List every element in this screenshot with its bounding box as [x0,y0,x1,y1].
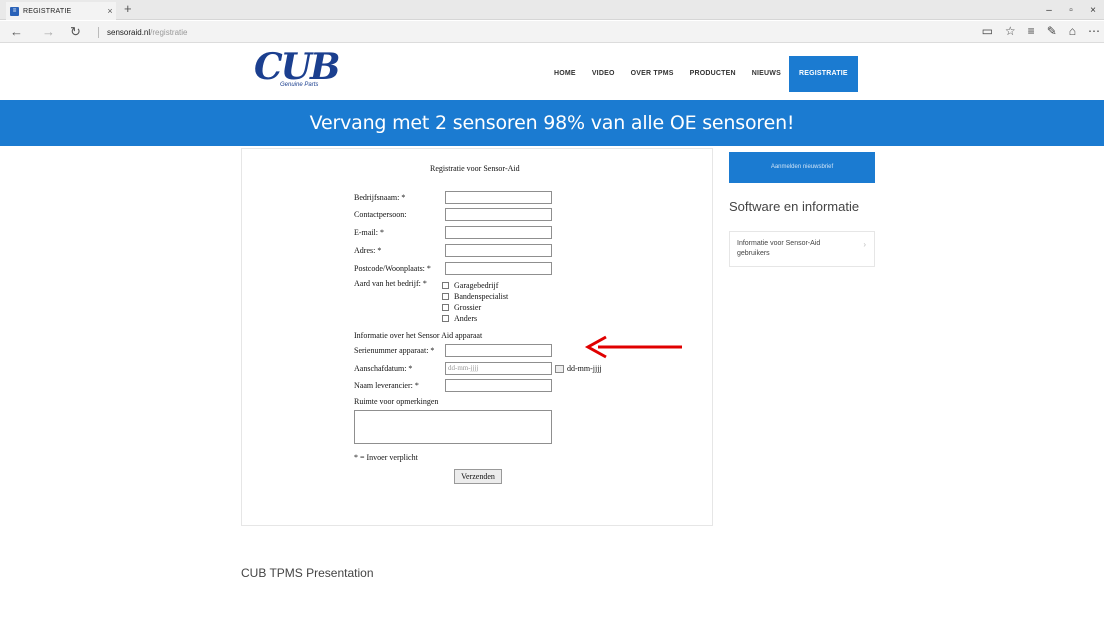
browser-tab[interactable]: ≡ REGISTRATIE × [6,2,116,20]
supplier-row: Naam leverancier: * [354,379,552,392]
purchase-date-label: Aanschafdatum: * [354,364,413,373]
reading-view-icon[interactable]: ▭ [982,24,993,38]
nav-home[interactable]: HOME [546,56,584,92]
web-note-icon[interactable]: ✎ [1047,24,1057,38]
form-title: Registratie voor Sensor-Aid [430,164,520,173]
option-label: Anders [454,314,478,323]
supplier-label: Naam leverancier: * [354,381,419,390]
option-grossier[interactable]: Grossier [442,302,508,313]
business-type-row: Aard van het bedrijf: * [354,279,445,288]
option-label: Grossier [454,303,482,312]
cub-logo[interactable]: CUB Genuine Parts [254,46,340,92]
url-path: /registratie [150,28,188,37]
business-type-label: Aard van het bedrijf: * [354,279,427,288]
browser-toolbar: ▭ ☆ ≡ ✎ ⌂ ⋯ [982,24,1100,38]
company-input[interactable] [445,191,552,204]
promo-banner: Vervang met 2 sensoren 98% van alle OE s… [0,100,1104,146]
checkbox[interactable] [442,293,449,300]
logo-tagline: Genuine Parts [280,82,319,88]
url-host: sensoraid.nl [107,28,151,37]
main-nav: HOME VIDEO OVER TPMS PRODUCTEN NIEUWS RE… [546,56,858,92]
site-favicon-icon: ≡ [10,6,19,16]
favorite-star-icon[interactable]: ☆ [1005,24,1016,38]
nav-video[interactable]: VIDEO [584,56,623,92]
submit-button[interactable]: Verzenden [454,469,502,484]
serial-input[interactable] [445,344,552,357]
presentation-heading: CUB TPMS Presentation [241,566,374,580]
checkbox[interactable] [442,315,449,322]
browser-tab-bar: ≡ REGISTRATIE × + – ▫ × [0,0,1104,20]
site-header: CUB Genuine Parts HOME VIDEO OVER TPMS P… [0,44,1104,100]
share-icon[interactable]: ⌂ [1069,24,1076,38]
remarks-label: Ruimte voor opmerkingen [354,397,439,406]
checkbox[interactable] [442,304,449,311]
window-controls: – ▫ × [1038,0,1104,20]
calendar-icon[interactable] [555,364,564,373]
chevron-right-icon: › [863,240,866,249]
serial-row: Serienummer apparaat: * [354,344,552,357]
supplier-input[interactable] [445,379,552,392]
nav-nieuws[interactable]: NIEUWS [744,56,789,92]
required-note: * = Invoer verplicht [354,453,418,462]
forward-arrow-icon[interactable]: → [42,24,55,39]
banner-text: Vervang met 2 sensoren 98% van alle OE s… [309,112,795,134]
address-input[interactable] [445,244,552,257]
nav-over-tpms[interactable]: OVER TPMS [623,56,682,92]
minimize-icon[interactable]: – [1038,0,1060,20]
business-type-options: Garagebedrijf Bandenspecialist Grossier … [442,280,508,324]
date-format-hint: dd-mm-jjjj [567,364,602,373]
close-tab-icon[interactable]: × [104,6,116,16]
red-arrow-annotation [584,335,682,359]
remarks-textarea[interactable] [354,410,552,444]
contact-input[interactable] [445,208,552,221]
back-arrow-icon[interactable]: ← [10,24,23,39]
address-row: Adres: * [354,244,552,257]
email-label: E-mail: * [354,228,384,237]
hub-icon[interactable]: ≡ [1028,24,1035,38]
option-anders[interactable]: Anders [442,313,508,324]
newsletter-button[interactable]: Aanmelden nieuwsbrief [729,152,875,183]
maximize-icon[interactable]: ▫ [1060,0,1082,20]
sensor-aid-info-link[interactable]: Informatie voor Sensor-Aid gebruikers › [729,231,875,267]
info-card-text: Informatie voor Sensor-Aid gebruikers [737,240,821,257]
email-row: E-mail: * [354,226,552,239]
purchase-date-input[interactable]: dd-mm-jjjj [445,362,552,375]
postcode-label: Postcode/Woonplaats: * [354,264,431,273]
refresh-icon[interactable]: ↻ [70,24,81,40]
option-garagebedrijf[interactable]: Garagebedrijf [442,280,508,291]
contact-row: Contactpersoon: [354,208,552,221]
postcode-row: Postcode/Woonplaats: * [354,262,552,275]
company-label: Bedrijfsnaam: * [354,193,406,202]
nav-registratie[interactable]: REGISTRATIE [788,56,858,92]
url-field[interactable]: sensoraid.nl/registratie [98,27,188,38]
address-label: Adres: * [354,246,382,255]
postcode-input[interactable] [445,262,552,275]
contact-label: Contactpersoon: [354,210,407,219]
more-icon[interactable]: ⋯ [1088,24,1100,38]
logo-wordmark: CUB [254,46,340,88]
device-section-label: Informatie over het Sensor Aid apparaat [354,331,483,340]
close-window-icon[interactable]: × [1082,0,1104,20]
browser-address-bar: ← → ↻ sensoraid.nl/registratie ▭ ☆ ≡ ✎ ⌂… [0,21,1104,43]
option-label: Garagebedrijf [454,281,499,290]
email-input[interactable] [445,226,552,239]
new-tab-icon[interactable]: + [124,1,132,16]
sidebar-heading: Software en informatie [729,199,860,214]
company-row: Bedrijfsnaam: * [354,191,552,204]
tab-title: REGISTRATIE [23,7,72,15]
serial-label: Serienummer apparaat: * [354,346,435,355]
purchase-date-row: Aanschafdatum: * dd-mm-jjjj dd-mm-jjjj [354,362,602,375]
nav-producten[interactable]: PRODUCTEN [682,56,744,92]
option-label: Bandenspecialist [454,292,509,301]
checkbox[interactable] [442,282,449,289]
option-bandenspecialist[interactable]: Bandenspecialist [442,291,508,302]
